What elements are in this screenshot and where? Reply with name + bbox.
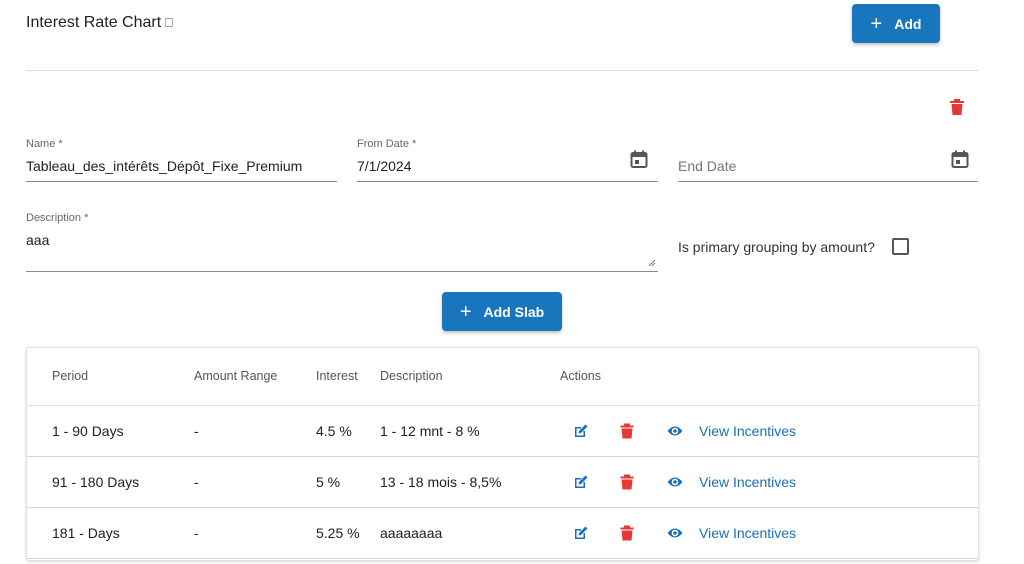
cell-interest: 5 % — [316, 474, 341, 490]
add-button[interactable]: + Add — [852, 4, 940, 43]
primary-grouping-label: Is primary grouping by amount? — [678, 239, 875, 255]
calendar-icon[interactable] — [630, 150, 648, 168]
end-date-underline — [678, 181, 978, 182]
edit-icon[interactable] — [573, 474, 589, 490]
name-label: Name * — [26, 138, 63, 150]
delete-icon[interactable] — [619, 474, 635, 490]
eye-icon[interactable] — [667, 474, 683, 490]
plus-icon: + — [459, 300, 472, 323]
table-row: 181 - Days - 5.25 % aaaaaaaa View Incent… — [27, 508, 978, 559]
view-incentives-link[interactable]: View Incentives — [699, 525, 796, 541]
column-header-actions: Actions — [560, 369, 601, 383]
edit-icon[interactable] — [573, 525, 589, 541]
column-header-amount-range: Amount Range — [194, 369, 278, 383]
column-header-interest: Interest — [316, 369, 358, 383]
description-label: Description * — [26, 212, 89, 224]
from-date-value[interactable]: 7/1/2024 — [357, 158, 412, 174]
description-value[interactable]: aaa — [26, 232, 49, 248]
name-field[interactable]: Name * Tableau_des_intérêts_Dépôt_Fixe_P… — [26, 138, 337, 182]
title-glyph: ⎕ — [165, 15, 173, 30]
edit-icon[interactable] — [573, 423, 589, 439]
from-date-field[interactable]: From Date * 7/1/2024 — [357, 138, 658, 182]
slab-table: Period Amount Range Interest Description… — [26, 347, 979, 561]
view-incentives-link[interactable]: View Incentives — [699, 423, 796, 439]
name-underline — [26, 181, 337, 182]
name-value[interactable]: Tableau_des_intérêts_Dépôt_Fixe_Premium — [26, 158, 302, 174]
cell-amount-range: - — [194, 525, 199, 541]
table-row: 91 - 180 Days - 5 % 13 - 18 mois - 8,5% … — [27, 457, 978, 508]
cell-period: 181 - Days — [52, 525, 120, 541]
cell-period: 1 - 90 Days — [52, 423, 124, 439]
add-slab-button[interactable]: + Add Slab — [442, 292, 562, 331]
cell-interest: 5.25 % — [316, 525, 360, 541]
column-header-description: Description — [380, 369, 443, 383]
from-date-label: From Date * — [357, 138, 417, 150]
calendar-icon[interactable] — [951, 150, 969, 168]
table-row: 1 - 90 Days - 4.5 % 1 - 12 mnt - 8 % Vie… — [27, 406, 978, 457]
cell-amount-range: - — [194, 423, 199, 439]
add-slab-button-label: Add Slab — [483, 303, 545, 320]
cell-amount-range: - — [194, 474, 199, 490]
delete-icon[interactable] — [619, 423, 635, 439]
view-incentives-link[interactable]: View Incentives — [699, 474, 796, 490]
delete-icon[interactable] — [619, 525, 635, 541]
column-header-period: Period — [52, 369, 89, 383]
add-button-label: Add — [894, 15, 922, 32]
description-underline — [26, 271, 658, 272]
description-field[interactable]: Description * aaa — [26, 212, 658, 273]
delete-chart-icon[interactable] — [949, 98, 965, 116]
end-date-placeholder[interactable]: End Date — [678, 158, 736, 174]
table-header: Period Amount Range Interest Description… — [27, 348, 978, 406]
cell-description: aaaaaaaa — [380, 525, 443, 541]
cell-description: 1 - 12 mnt - 8 % — [380, 423, 480, 439]
cell-interest: 4.5 % — [316, 423, 352, 439]
plus-icon: + — [870, 12, 883, 35]
resize-handle-icon[interactable] — [648, 259, 656, 267]
primary-grouping-checkbox[interactable] — [892, 238, 909, 255]
divider — [26, 70, 979, 71]
end-date-field[interactable]: End Date — [678, 138, 978, 182]
eye-icon[interactable] — [667, 423, 683, 439]
eye-icon[interactable] — [667, 525, 683, 541]
page-title: Interest Rate Chart ⎕ — [26, 14, 173, 32]
cell-description: 13 - 18 mois - 8,5% — [380, 474, 502, 490]
from-date-underline — [357, 181, 658, 182]
cell-period: 91 - 180 Days — [52, 474, 140, 490]
interest-rate-chart-page: Interest Rate Chart ⎕ + Add Name * Tablea… — [0, 0, 1024, 564]
page-title-text: Interest Rate Chart — [26, 14, 162, 31]
